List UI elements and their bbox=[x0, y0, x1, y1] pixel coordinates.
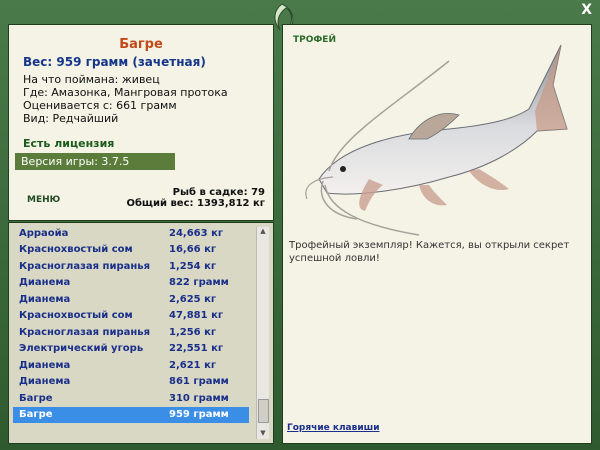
fish-name-cell: Краснохвостый сом bbox=[19, 310, 133, 322]
fish-weight-cell: 310 грамм bbox=[169, 392, 229, 404]
list-item[interactable]: Красноглазая пиранья 1,256 кг bbox=[13, 324, 249, 341]
list-item[interactable]: Электрический угорь 22,551 кг bbox=[13, 341, 249, 358]
fish-weight-cell: 959 грамм bbox=[169, 409, 229, 421]
list-item[interactable]: Дианема 2,621 кг bbox=[13, 357, 249, 374]
list-item[interactable]: Краснохвостый сом 16,66 кг bbox=[13, 242, 249, 259]
catch-list: Арраойа 24,663 кг Краснохвостый сом 16,66 к… bbox=[13, 225, 249, 423]
list-item[interactable]: Багре 959 грамм bbox=[13, 406, 249, 423]
fish-name-cell: Электрический угорь bbox=[19, 343, 144, 355]
total-weight: Общий вес: 1393,812 кг bbox=[126, 198, 265, 209]
kind-info: Вид: Редчайший bbox=[23, 112, 119, 125]
catch-details: На что поймана: живец Где: Амазонка, Ман… bbox=[23, 73, 228, 125]
license-status: Есть лицензия bbox=[23, 137, 115, 150]
close-button[interactable]: X bbox=[581, 2, 592, 18]
fish-weight-cell: 47,881 кг bbox=[169, 310, 224, 322]
fish-name-cell: Дианема bbox=[19, 293, 71, 305]
fish-weight-cell: 1,256 кг bbox=[169, 326, 217, 338]
scroll-thumb[interactable] bbox=[258, 399, 269, 423]
fish-name-cell: Красноглазая пиранья bbox=[19, 326, 151, 338]
catch-list-panel: Арраойа 24,663 кг Краснохвостый сом 16,66 к… bbox=[8, 222, 274, 444]
fish-weight-cell: 861 грамм bbox=[169, 376, 229, 388]
fish-name-cell: Дианема bbox=[19, 359, 71, 371]
fish-name-cell: Арраойа bbox=[19, 227, 69, 239]
trophy-panel: ТРОФЕЙ Трофейный экземпляр! Кажется, вы … bbox=[282, 24, 592, 444]
fish-weight-cell: 22,551 кг bbox=[169, 343, 224, 355]
fish-weight-cell: 822 грамм bbox=[169, 277, 229, 289]
trophy-description: Трофейный экземпляр! Кажется, вы открыли… bbox=[289, 240, 570, 264]
list-scrollbar[interactable]: ▲ ▼ bbox=[256, 227, 269, 439]
list-item[interactable]: Дианема 822 грамм bbox=[13, 275, 249, 292]
fish-weight-cell: 24,663 кг bbox=[169, 227, 224, 239]
list-item[interactable]: Краснохвостый сом 47,881 кг bbox=[13, 308, 249, 325]
fish-name-cell: Красноглазая пиранья bbox=[19, 260, 151, 272]
fish-name-cell: Дианема bbox=[19, 376, 71, 388]
catch-stats: Рыб в садке: 79 Общий вес: 1393,812 кг bbox=[126, 187, 265, 209]
fish-name-cell: Багре bbox=[19, 409, 53, 421]
fish-count: Рыб в садке: 79 bbox=[172, 187, 265, 198]
menu-button[interactable]: МЕНЮ bbox=[27, 195, 60, 205]
fish-name-cell: Багре bbox=[19, 392, 53, 404]
list-item[interactable]: Багре 310 грамм bbox=[13, 390, 249, 407]
hotkeys-link[interactable]: Горячие клавиши bbox=[287, 423, 380, 433]
fish-image bbox=[305, 44, 568, 236]
catch-info-panel: Багре Вес: 959 грамм (зачетная) На что п… bbox=[8, 24, 274, 221]
version-bar: Версия игры: 3.7.5 bbox=[15, 153, 175, 170]
scroll-up-icon[interactable]: ▲ bbox=[257, 227, 269, 237]
fish-name: Багре bbox=[119, 37, 163, 52]
value-info: Оценивается с: 661 грамм bbox=[23, 99, 177, 112]
fish-name-cell: Дианема bbox=[19, 277, 71, 289]
fish-weight-cell: 16,66 кг bbox=[169, 244, 217, 256]
fish-weight-cell: 1,254 кг bbox=[169, 260, 217, 272]
fish-weight-cell: 2,625 кг bbox=[169, 293, 217, 305]
fish-name-cell: Краснохвостый сом bbox=[19, 244, 133, 256]
fish-weight: Вес: 959 грамм (зачетная) bbox=[23, 55, 206, 69]
scroll-down-icon[interactable]: ▼ bbox=[257, 429, 269, 439]
list-item[interactable]: Дианема 2,625 кг bbox=[13, 291, 249, 308]
bait-info: На что поймана: живец bbox=[23, 73, 160, 86]
location-info: Где: Амазонка, Мангровая протока bbox=[23, 86, 228, 99]
list-item[interactable]: Красноглазая пиранья 1,254 кг bbox=[13, 258, 249, 275]
fish-weight-cell: 2,621 кг bbox=[169, 359, 217, 371]
list-item[interactable]: Арраойа 24,663 кг bbox=[13, 225, 249, 242]
list-item[interactable]: Дианема 861 грамм bbox=[13, 374, 249, 391]
